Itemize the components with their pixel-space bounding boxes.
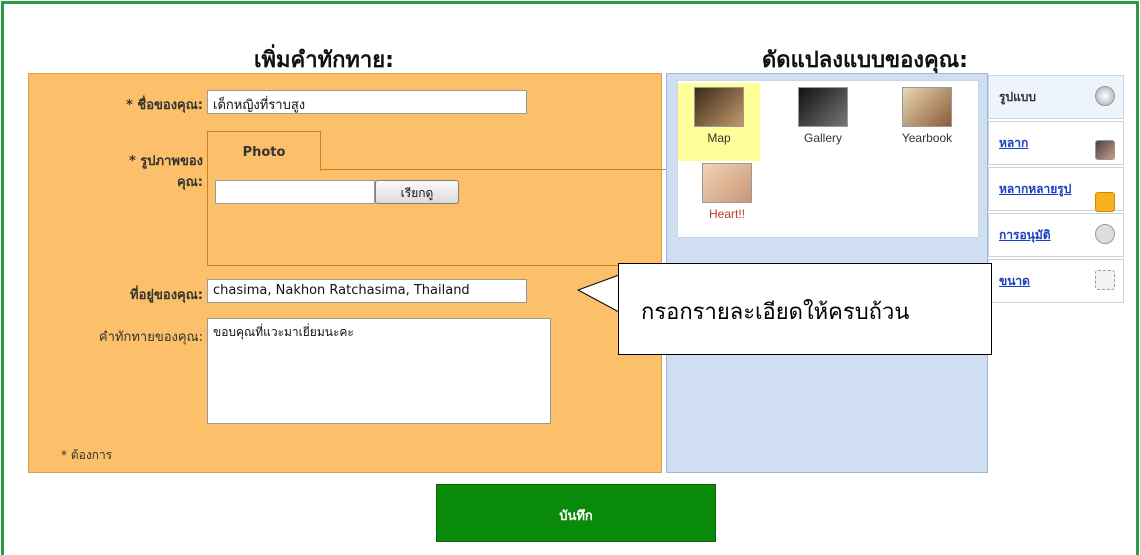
browse-button[interactable]: เรียกดู bbox=[375, 180, 459, 204]
greeting-form: * ชื่อของคุณ: เด็กหญิงที่ราบสูง * รูปภาพ… bbox=[28, 73, 672, 473]
yearbook-thumbnail bbox=[902, 87, 952, 127]
nav-item-label: ขนาด bbox=[999, 274, 1030, 288]
callout-pointer bbox=[577, 274, 621, 313]
greeting-label: คำทักทายของคุณ: bbox=[98, 330, 203, 345]
name-label: * ชื่อของคุณ: bbox=[126, 98, 203, 113]
tab-photo[interactable]: Photo bbox=[207, 131, 321, 171]
nav-item-approval[interactable]: การอนุมัติ bbox=[988, 213, 1124, 257]
heart-thumbnail bbox=[702, 163, 752, 203]
save-button[interactable]: บันทึก bbox=[436, 484, 716, 542]
style-option-map[interactable]: Map bbox=[678, 83, 760, 161]
style-option-heart[interactable]: Heart!! bbox=[686, 159, 768, 237]
nav-item-label: หลาก bbox=[999, 136, 1029, 150]
required-note: * ต้องการ bbox=[61, 448, 113, 462]
nav-item-multiple-photos[interactable]: หลากหลายรูป bbox=[988, 167, 1124, 212]
name-field[interactable]: เด็กหญิงที่ราบสูง bbox=[207, 90, 527, 114]
gallery-thumbnail bbox=[798, 87, 848, 127]
star-icon bbox=[1095, 192, 1115, 212]
customize-heading: ดัดแปลงแบบของคุณ: bbox=[762, 48, 968, 73]
photo-icon bbox=[1095, 140, 1115, 160]
style-option-label: Yearbook bbox=[901, 131, 953, 145]
resize-icon bbox=[1095, 270, 1115, 290]
address-field[interactable]: chasima, Nakhon Ratchasima, Thailand bbox=[207, 279, 527, 303]
add-greeting-heading: เพิ่มคำทักทาย: bbox=[254, 48, 394, 73]
photo-label: * รูปภาพของ คุณ: bbox=[69, 150, 203, 192]
nav-item-style[interactable]: รูปแบบ bbox=[988, 75, 1124, 119]
photo-label-line1: * รูปภาพของ bbox=[128, 154, 203, 169]
gear-icon bbox=[1095, 224, 1115, 244]
style-option-label: Gallery bbox=[803, 131, 842, 145]
nav-item-label: รูปแบบ bbox=[999, 90, 1037, 104]
photo-file-field[interactable] bbox=[215, 180, 375, 204]
instruction-callout: กรอกรายละเอียดให้ครบถ้วน bbox=[618, 263, 992, 355]
nav-item-label: หลากหลายรูป bbox=[999, 182, 1072, 196]
nav-item-label: การอนุมัติ bbox=[999, 228, 1051, 242]
globe-icon bbox=[1095, 86, 1115, 106]
style-option-gallery[interactable]: Gallery bbox=[782, 83, 864, 161]
nav-item-photo[interactable]: หลาก bbox=[988, 121, 1124, 165]
greeting-textarea[interactable]: ขอบคุณที่แวะมาเยี่ยมนะคะ bbox=[207, 318, 551, 424]
nav-item-size[interactable]: ขนาด bbox=[988, 259, 1124, 303]
style-option-yearbook[interactable]: Yearbook bbox=[886, 83, 968, 161]
style-option-label: Map bbox=[707, 131, 731, 145]
map-thumbnail bbox=[694, 87, 744, 127]
style-options: Map Gallery Yearbook Heart!! bbox=[677, 80, 979, 238]
address-label: ที่อยู่ของคุณ: bbox=[130, 288, 203, 303]
style-option-label: Heart!! bbox=[708, 207, 745, 221]
photo-label-line2: คุณ: bbox=[177, 175, 203, 190]
